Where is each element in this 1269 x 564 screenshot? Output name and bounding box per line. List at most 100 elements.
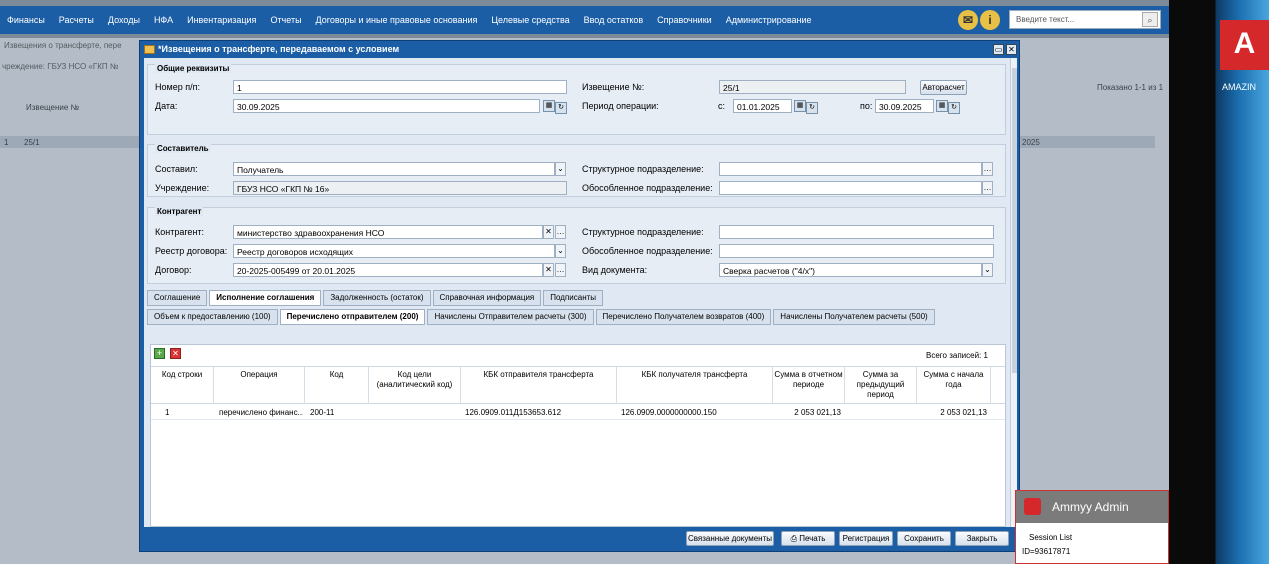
- main-menu: Финансы Расчеты Доходы НФА Инвентаризаци…: [0, 6, 1169, 34]
- col-header[interactable]: Сумма в отчетном периоде: [773, 367, 845, 404]
- menu-item-admin[interactable]: Администрирование: [719, 15, 819, 25]
- cell-kod: 200-11: [310, 408, 335, 417]
- from-date-field[interactable]: 01.01.2025: [733, 99, 792, 113]
- tab-signers[interactable]: Подписанты: [543, 290, 604, 306]
- col-header[interactable]: Код цели (аналитический код): [369, 367, 461, 404]
- tab-sender-accruals-300[interactable]: Начислены Отправителем расчеты (300): [427, 309, 594, 325]
- clear-icon[interactable]: ✕: [543, 225, 554, 239]
- calendar-clear-icon[interactable]: ↻: [555, 102, 567, 114]
- col-header[interactable]: Сумма с начала года: [917, 367, 991, 404]
- chevron-down-icon[interactable]: ⌄: [555, 244, 566, 258]
- global-search-input[interactable]: Введите текст... ⌕: [1009, 10, 1161, 29]
- notice-field[interactable]: 25/1: [719, 80, 906, 94]
- chevron-down-icon[interactable]: ⌄: [555, 162, 566, 176]
- menu-item-balances[interactable]: Ввод остатков: [577, 15, 651, 25]
- transfer-notice-dialog: *Извещения о трансферте, передаваемом с …: [139, 40, 1020, 552]
- info-icon[interactable]: i: [980, 10, 1000, 30]
- date-field[interactable]: 30.09.2025: [233, 99, 540, 113]
- tab-volume-100[interactable]: Объем к предоставлению (100): [147, 309, 278, 325]
- to-calendar-icon[interactable]: ▦: [936, 100, 948, 112]
- menu-item-nfa[interactable]: НФА: [147, 15, 180, 25]
- author-fieldset: Составитель Составил: Получатель ⌄ Учреж…: [147, 144, 1006, 197]
- menu-item-contracts[interactable]: Договоры и иные правовые основания: [309, 15, 485, 25]
- main-tabs: Соглашение Исполнение соглашения Задолже…: [147, 290, 604, 306]
- institution-label: Учреждение:: [155, 183, 210, 193]
- print-button[interactable]: ⎙ Печать: [781, 531, 835, 546]
- ammyy-icon: [1024, 498, 1041, 515]
- tab-agreement[interactable]: Соглашение: [147, 290, 208, 306]
- maximize-icon[interactable]: ▭: [993, 44, 1004, 55]
- search-icon[interactable]: ⌕: [1142, 12, 1158, 27]
- related-docs-button[interactable]: Связанные документы: [686, 531, 774, 546]
- dialog-title: *Извещения о трансферте, передаваемом с …: [158, 44, 400, 54]
- doctype-select[interactable]: Сверка расчетов ("4/х"): [719, 263, 982, 277]
- chevron-down-icon[interactable]: ⌄: [982, 263, 993, 277]
- autocalc-button[interactable]: Авторасчет: [920, 80, 967, 95]
- menu-item-finance[interactable]: Финансы: [0, 15, 52, 25]
- author-legend: Составитель: [155, 144, 211, 153]
- mail-icon[interactable]: ✉: [958, 10, 978, 30]
- struct-field[interactable]: [719, 225, 994, 239]
- tab-execution[interactable]: Исполнение соглашения: [209, 290, 322, 306]
- save-button[interactable]: Сохранить: [897, 531, 951, 546]
- cell-operation: перечислено финанс...: [219, 408, 303, 417]
- col-header[interactable]: Сумма за предыдущий период: [845, 367, 917, 404]
- period-label: Период операции:: [582, 101, 659, 111]
- col-header[interactable]: КБК отправителя трансферта: [461, 367, 617, 404]
- menu-item-inventory[interactable]: Инвентаризация: [180, 15, 263, 25]
- ammyy-title: Ammyy Admin: [1052, 500, 1129, 514]
- close-button[interactable]: Закрыть: [955, 531, 1009, 546]
- to-clear-icon[interactable]: ↻: [948, 102, 960, 114]
- menu-item-reports[interactable]: Отчеты: [263, 15, 308, 25]
- menu-item-settlements[interactable]: Расчеты: [52, 15, 101, 25]
- from-calendar-icon[interactable]: ▦: [794, 100, 806, 112]
- col-header[interactable]: КБК получателя трансферта: [617, 367, 773, 404]
- tab-reference[interactable]: Справочная информация: [432, 290, 542, 306]
- counterparty-fieldset: Контрагент Контрагент: министерство здра…: [147, 207, 1006, 284]
- vertical-scrollbar[interactable]: [1010, 58, 1017, 527]
- add-row-icon[interactable]: +: [154, 348, 165, 359]
- composed-label: Составил:: [155, 164, 198, 174]
- menu-item-target-funds[interactable]: Целевые средства: [484, 15, 576, 25]
- register-button[interactable]: Регистрация: [839, 531, 893, 546]
- composed-select[interactable]: Получатель: [233, 162, 555, 176]
- registry-select[interactable]: Реестр договоров исходящих: [233, 244, 555, 258]
- clear-icon[interactable]: ✕: [543, 263, 554, 277]
- sep-field[interactable]: [719, 181, 982, 195]
- menu-item-directories[interactable]: Справочники: [650, 15, 719, 25]
- bg-title: Извещения о трансферте, пере: [4, 41, 122, 50]
- ellipsis-icon[interactable]: …: [555, 225, 566, 239]
- tab-transferred-200[interactable]: Перечислено отправителем (200): [279, 309, 426, 325]
- general-legend: Общие реквизиты: [155, 64, 232, 73]
- cell-code: 1: [165, 408, 170, 417]
- to-date-field[interactable]: 30.09.2025: [875, 99, 934, 113]
- scroll-thumb[interactable]: [1012, 68, 1017, 373]
- date-label: Дата:: [155, 101, 178, 111]
- general-fieldset: Общие реквизиты Номер п/п: 1 Дата: 30.09…: [147, 64, 1006, 135]
- tab-recipient-accruals-500[interactable]: Начислены Получателем расчеты (500): [773, 309, 935, 325]
- col-header[interactable]: Операция: [214, 367, 305, 404]
- num-field[interactable]: 1: [233, 80, 567, 94]
- struct-field[interactable]: [719, 162, 982, 176]
- col-header[interactable]: Код строки: [151, 367, 214, 404]
- ellipsis-icon[interactable]: …: [982, 181, 993, 195]
- delete-row-icon[interactable]: ✕: [170, 348, 181, 359]
- ellipsis-icon[interactable]: …: [555, 263, 566, 277]
- app-logo-icon[interactable]: A: [1220, 20, 1269, 70]
- counterparty-field[interactable]: министерство здравоохранения НСО: [233, 225, 543, 239]
- close-icon[interactable]: ✕: [1006, 44, 1017, 55]
- sub-tabs: Объем к предоставлению (100) Перечислено…: [147, 309, 935, 325]
- calendar-icon[interactable]: ▦: [543, 100, 555, 112]
- col-header[interactable]: Код: [305, 367, 369, 404]
- from-clear-icon[interactable]: ↻: [806, 102, 818, 114]
- bg-row-value2: 2025: [1022, 138, 1040, 147]
- session-list-link[interactable]: Session List: [1029, 533, 1072, 542]
- sep-field[interactable]: [719, 244, 994, 258]
- contract-field[interactable]: 20-2025-005499 от 20.01.2025: [233, 263, 543, 277]
- tab-returns-400[interactable]: Перечислено Получателем возвратов (400): [595, 309, 772, 325]
- institution-field[interactable]: ГБУЗ НСО «ГКП № 16»: [233, 181, 567, 195]
- ellipsis-icon[interactable]: …: [982, 162, 993, 176]
- tab-debt[interactable]: Задолженность (остаток): [323, 290, 431, 306]
- ammyy-header: Ammyy Admin: [1016, 491, 1168, 523]
- menu-item-income[interactable]: Доходы: [101, 15, 147, 25]
